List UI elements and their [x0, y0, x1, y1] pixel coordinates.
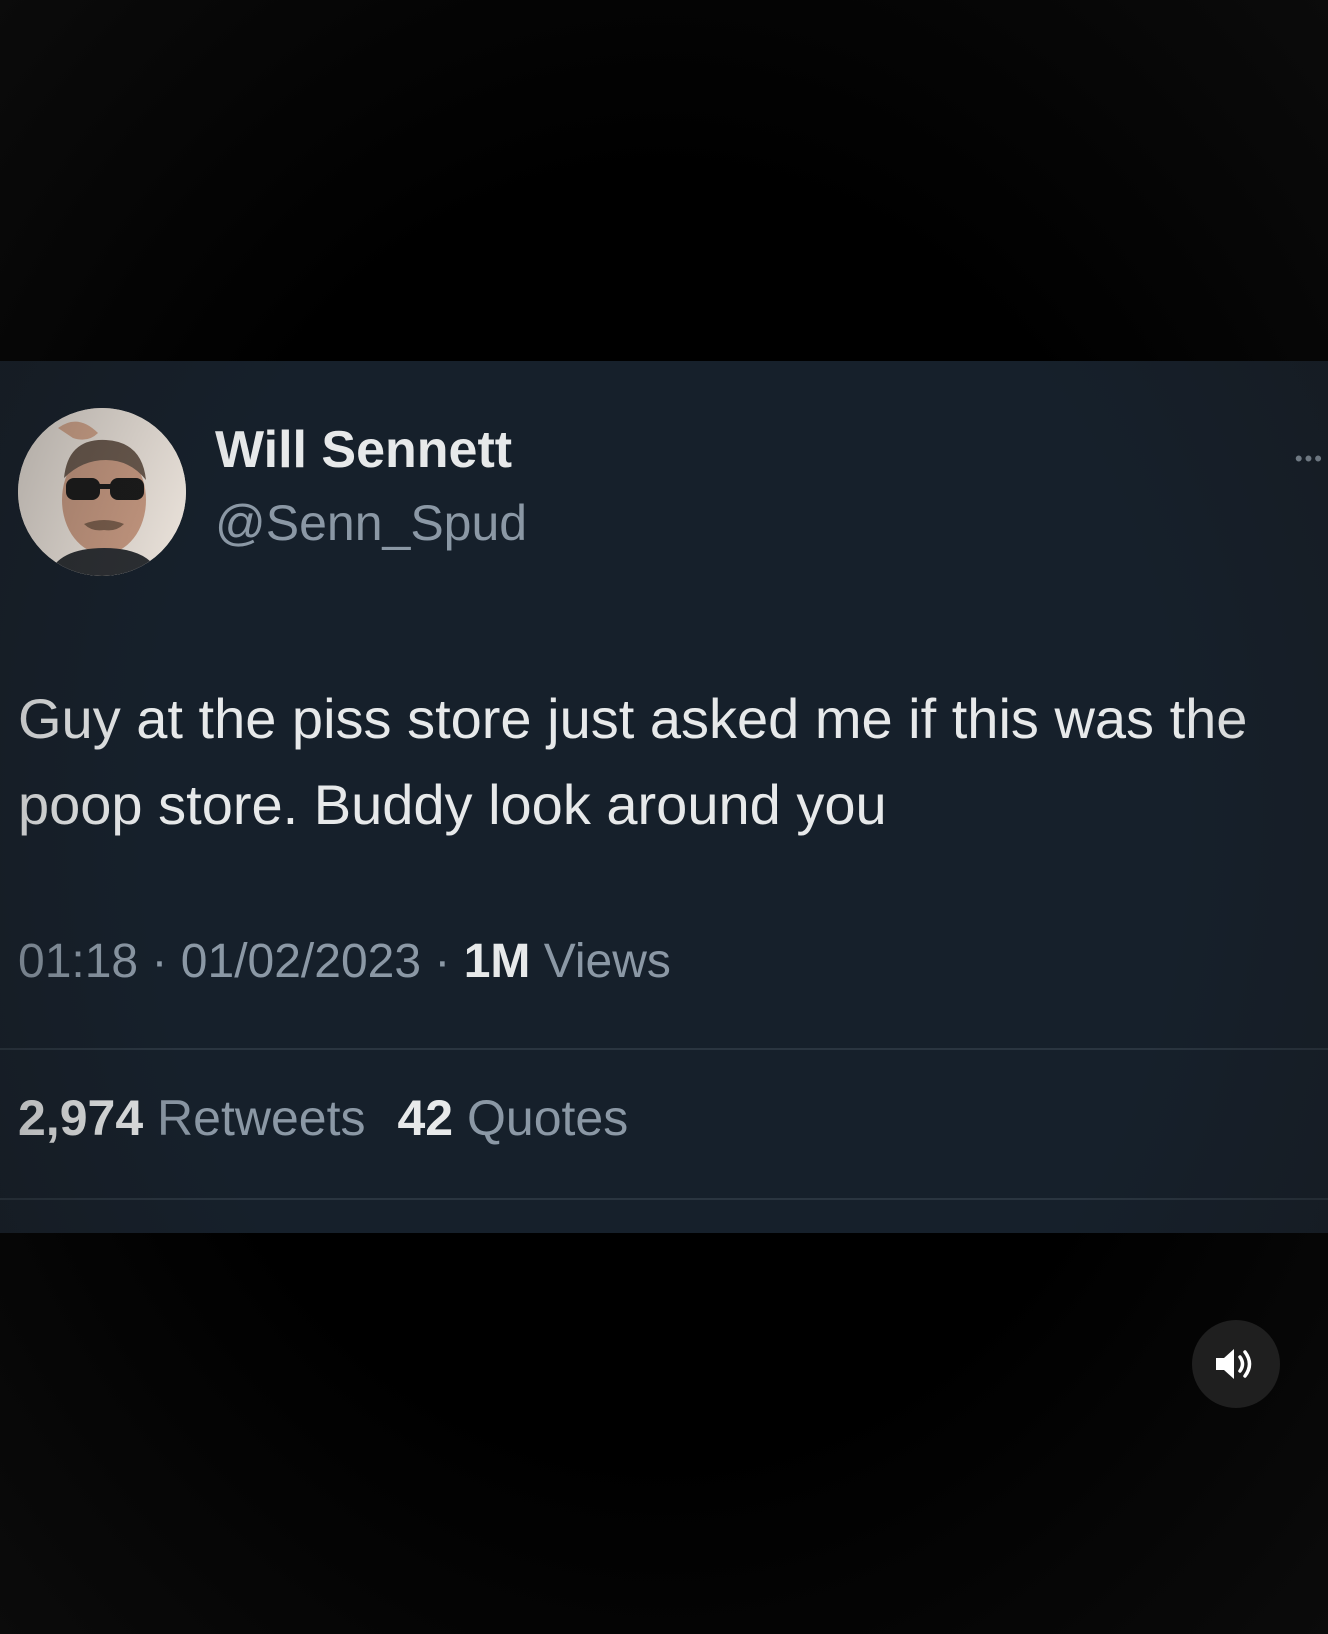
retweets-count: 2,974 [18, 1090, 144, 1146]
sound-toggle-button[interactable] [1192, 1320, 1280, 1408]
tweet-date[interactable]: 01/02/2023 [181, 935, 421, 988]
author-handle[interactable]: @Senn_Spud [215, 498, 527, 548]
tweet-time[interactable]: 01:18 [18, 935, 138, 988]
retweets-label: Retweets [157, 1090, 366, 1146]
tweet-stats: 2,974 Retweets 42 Quotes [18, 1093, 628, 1143]
speaker-volume-icon [1216, 1349, 1252, 1379]
divider [0, 1198, 1328, 1200]
quotes-count: 42 [397, 1090, 454, 1146]
views-label: Views [543, 935, 671, 988]
tweet-meta: 01:18 · 01/02/2023 · 1M Views [18, 938, 671, 986]
video-frame: Will Sennett @Senn_Spud ••• Guy at the p… [0, 0, 1328, 1634]
author-name[interactable]: Will Sennett [215, 424, 512, 476]
avatar-photo [18, 408, 186, 576]
meta-separator: · [151, 935, 168, 988]
avatar[interactable] [18, 408, 186, 576]
quotes-stat[interactable]: 42 Quotes [397, 1090, 628, 1146]
tweet-text: Guy at the piss store just asked me if t… [18, 687, 1248, 836]
quotes-label: Quotes [467, 1090, 629, 1146]
divider [0, 1048, 1328, 1050]
retweets-stat[interactable]: 2,974 Retweets [18, 1090, 365, 1146]
meta-separator: · [434, 935, 451, 988]
views-count: 1M [463, 935, 531, 988]
more-dots-icon[interactable]: ••• [1295, 448, 1324, 470]
